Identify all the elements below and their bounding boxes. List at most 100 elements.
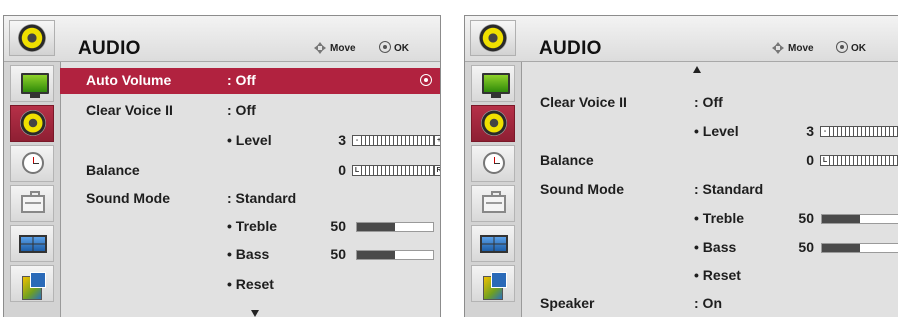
move-hint: Move [313, 41, 356, 55]
menu-row-sound-mode[interactable]: Sound Mode : Standard [60, 186, 440, 212]
scroll-up-arrow-icon[interactable] [693, 66, 701, 73]
row-value: : Standard [227, 190, 297, 206]
menu-row-level[interactable]: • Level 3 - + [60, 128, 440, 154]
move-hint-label: Move [788, 43, 814, 54]
treble-value: 50 [330, 218, 346, 234]
row-label: Clear Voice II [540, 94, 627, 110]
toolbox-icon [21, 191, 45, 213]
row-value: : On [694, 295, 722, 311]
treble-bar-fill [822, 215, 860, 223]
row-label: Auto Volume [86, 72, 172, 88]
menu-row-treble[interactable]: • Treble 50 [521, 206, 898, 232]
dpad-icon [313, 41, 327, 55]
sidebar-item-option[interactable] [471, 185, 515, 222]
dpad-icon [771, 41, 785, 55]
level-slider[interactable]: - + [820, 126, 898, 137]
row-label: • Reset [694, 267, 741, 283]
row-label: • Treble [227, 218, 278, 234]
treble-bar-fill [357, 223, 395, 231]
ok-hint-label: OK [851, 43, 866, 54]
ok-hint: OK [379, 41, 409, 54]
sidebar-item-photo[interactable] [471, 265, 515, 302]
move-hint-label: Move [330, 43, 356, 54]
treble-value: 50 [798, 210, 814, 226]
slider-max-end: + [434, 136, 440, 145]
row-value: : Off [227, 102, 256, 118]
audio-menu-panel-right: AUDIO Move OK Clear Voice II : Off • Lev… [464, 15, 898, 317]
row-label: • Bass [227, 246, 270, 262]
menu-row-sound-mode[interactable]: Sound Mode : Standard [521, 177, 898, 203]
speaker-icon [20, 110, 46, 136]
sidebar-item-time[interactable] [10, 145, 54, 182]
bass-bar[interactable] [356, 250, 434, 260]
ok-hint-label: OK [394, 43, 409, 54]
row-label: • Treble [694, 210, 745, 226]
menu-row-level[interactable]: • Level 3 - + [521, 119, 898, 145]
balance-right-label: R [434, 166, 440, 175]
balance-slider[interactable]: L R [820, 155, 898, 166]
level-value: 3 [806, 123, 814, 139]
level-value: 3 [338, 132, 346, 148]
monitor-icon [21, 73, 49, 98]
balance-left-label: L [353, 166, 362, 175]
audio-category-badge [470, 20, 516, 56]
menu-row-auto-volume[interactable]: Auto Volume : Off [60, 68, 440, 94]
menu-title: AUDIO [78, 38, 141, 59]
menu-header: AUDIO Move OK [465, 16, 898, 62]
sidebar-item-photo[interactable] [10, 265, 54, 302]
balance-value: 0 [338, 162, 346, 178]
sidebar-item-screen[interactable] [10, 225, 54, 262]
sidebar-item-time[interactable] [471, 145, 515, 182]
toolbox-icon [482, 191, 506, 213]
speaker-icon [18, 24, 46, 52]
menu-row-bass[interactable]: • Bass 50 [521, 235, 898, 261]
balance-value: 0 [806, 152, 814, 168]
menu-row-speaker[interactable]: Speaker : On [521, 291, 898, 317]
row-label: Clear Voice II [86, 102, 173, 118]
row-label: • Level [694, 123, 739, 139]
row-label: Sound Mode [86, 190, 170, 206]
clock-icon [483, 152, 505, 174]
sidebar-item-picture[interactable] [10, 65, 54, 102]
row-value: : Standard [694, 181, 764, 197]
menu-row-reset[interactable]: • Reset [521, 263, 898, 289]
slider-min-end: - [821, 127, 830, 136]
menu-row-clear-voice[interactable]: Clear Voice II : Off [521, 90, 898, 116]
treble-bar[interactable] [356, 222, 434, 232]
menu-row-balance[interactable]: Balance 0 L R [521, 148, 898, 174]
speaker-icon [479, 24, 507, 52]
row-label: Sound Mode [540, 181, 624, 197]
ok-button-icon [379, 41, 391, 53]
menu-row-treble[interactable]: • Treble 50 [60, 214, 440, 240]
scroll-down-arrow-icon[interactable] [251, 310, 259, 317]
row-label: • Reset [227, 276, 274, 292]
row-label: Balance [86, 162, 140, 178]
menu-row-bass[interactable]: • Bass 50 [60, 242, 440, 268]
row-label: Speaker [540, 295, 595, 311]
ok-hint: OK [836, 41, 866, 54]
balance-slider[interactable]: L R [352, 165, 440, 176]
sidebar-item-picture[interactable] [471, 65, 515, 102]
slider-min-end: - [353, 136, 362, 145]
level-slider[interactable]: - + [352, 135, 440, 146]
sidebar-item-option[interactable] [10, 185, 54, 222]
bass-value: 50 [330, 246, 346, 262]
menu-row-balance[interactable]: Balance 0 L R [60, 158, 440, 184]
audio-category-badge [9, 20, 55, 56]
sidebar-item-audio[interactable] [471, 105, 515, 142]
menu-row-reset[interactable]: • Reset [60, 272, 440, 298]
move-hint: Move [771, 41, 814, 55]
row-label: Balance [540, 152, 594, 168]
row-label: • Bass [694, 239, 737, 255]
bass-bar[interactable] [821, 243, 898, 253]
menu-row-clear-voice[interactable]: Clear Voice II : Off [60, 98, 440, 124]
audio-menu-panel-left: AUDIO Move OK Auto Volume : Off Clear Vo… [3, 15, 441, 317]
bass-bar-fill [357, 251, 395, 259]
sidebar-item-screen[interactable] [471, 225, 515, 262]
treble-bar[interactable] [821, 214, 898, 224]
menu-header: AUDIO Move OK [4, 16, 440, 62]
row-value: : Off [227, 72, 256, 88]
picture-icon [22, 272, 46, 300]
sidebar-item-audio[interactable] [10, 105, 54, 142]
bass-bar-fill [822, 244, 860, 252]
